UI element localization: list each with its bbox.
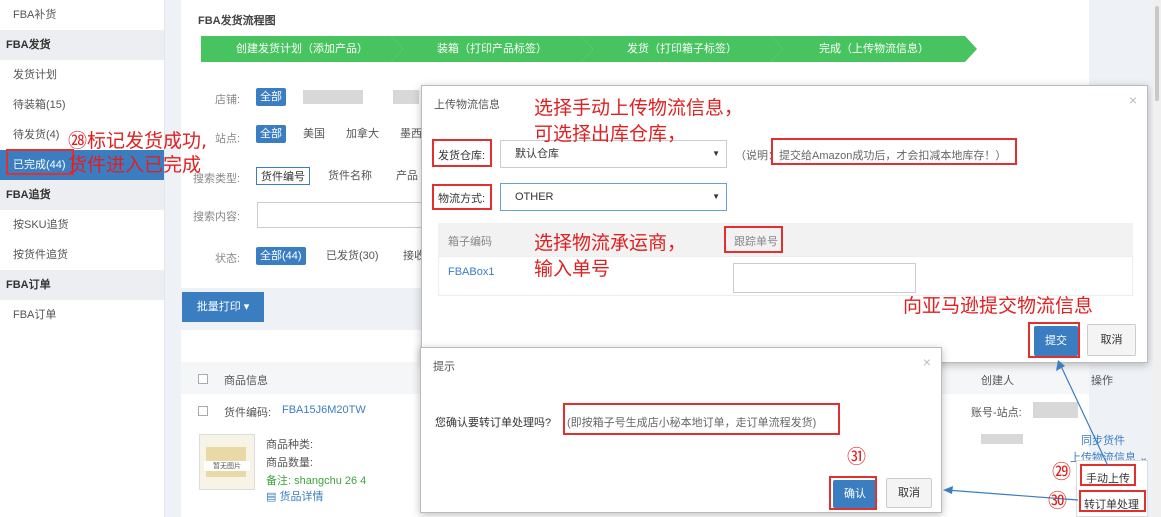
product-kind-label: 商品种类:: [266, 439, 314, 451]
select-all-checkbox[interactable]: [198, 374, 208, 384]
caret-down-icon: ▼: [712, 192, 720, 201]
confirm-cancel-button[interactable]: 取消: [886, 478, 932, 508]
shipment-code-label: 货件编码:: [224, 407, 272, 419]
sync-shipment-link[interactable]: 同步货件: [1081, 432, 1125, 448]
status-shipped-tag[interactable]: 已发货(30): [322, 247, 383, 265]
row-checkbox[interactable]: [198, 406, 208, 416]
search-type-product[interactable]: 产品: [392, 167, 422, 185]
annotation-31: ㉛: [847, 446, 867, 468]
flow-steps: 创建发货计划（添加产品） 装箱（打印产品标签） 发货（打印箱子标签） 完成（上传…: [201, 36, 981, 62]
store-all-tag[interactable]: 全部: [256, 88, 286, 106]
shipment-code-link[interactable]: FBA15J6M20TW: [282, 404, 366, 416]
carrier-select[interactable]: OTHER ▼: [500, 183, 727, 211]
blurred-store-name: [303, 90, 363, 104]
site-ca-tag[interactable]: 加拿大: [342, 125, 383, 143]
caret-down-icon: ▼: [712, 149, 720, 158]
product-qty-label: 商品数量:: [266, 457, 314, 469]
box-code-fbabox1[interactable]: FBABox1: [448, 266, 494, 278]
site-label: 站点:: [215, 133, 241, 145]
product-detail-text: 货品详情: [279, 491, 324, 503]
annotation-28-line1: ㉘标记发货成功,: [68, 130, 208, 152]
search-content-label: 搜索内容:: [193, 211, 241, 223]
sidebar-item-fba-orders[interactable]: FBA订单: [0, 300, 164, 330]
batch-print-button[interactable]: 批量打印 ▾: [182, 292, 264, 322]
confirm-question: 您确认要转订单处理吗?: [435, 417, 552, 429]
header-creator: 创建人: [981, 375, 1014, 387]
batch-print-label: 批量打印: [196, 301, 241, 313]
search-type-shipment-name[interactable]: 货件名称: [324, 167, 376, 185]
completed-highlight-box: [6, 149, 74, 175]
tracking-number-input[interactable]: [733, 263, 916, 293]
site-all-tag[interactable]: 全部: [256, 125, 286, 143]
warehouse-note-highlight: [771, 138, 1017, 165]
sidebar-item-fba-restock[interactable]: FBA补货: [0, 0, 164, 30]
upload-cancel-button[interactable]: 取消: [1087, 324, 1136, 356]
no-image-label: 暂无图片: [204, 461, 250, 471]
annotation-manual-line2: 可选择出库仓库，: [534, 123, 687, 145]
status-all-tag[interactable]: 全部(44): [256, 247, 306, 265]
account-site-label: 账号-站点:: [971, 407, 1022, 419]
search-input[interactable]: [257, 202, 427, 228]
confirm-button-highlight: [829, 476, 877, 510]
annotation-28-line2: 货件进入已完成: [68, 154, 202, 176]
tracking-col-highlight: [724, 226, 783, 253]
submit-button-highlight: [1028, 322, 1080, 358]
status-label: 状态:: [215, 253, 241, 265]
manual-upload-highlight: [1080, 464, 1136, 486]
blurred-account: [1033, 402, 1078, 418]
confirm-dialog-title: 提示: [433, 361, 455, 373]
upload-dialog-title: 上传物流信息: [434, 99, 500, 111]
sidebar: FBA补货 FBA发货 发货计划 待装箱(15) 待发货(4) 已完成(44) …: [0, 0, 165, 517]
annotation-30: ㉚: [1048, 490, 1068, 512]
sidebar-section-fba-tracking: FBA追货: [0, 180, 164, 210]
scrollbar-thumb[interactable]: [1155, 6, 1159, 101]
site-us-tag[interactable]: 美国: [299, 125, 329, 143]
warehouse-label-highlight: [432, 139, 492, 167]
product-image-placeholder: 暂无图片: [199, 434, 255, 490]
blurred-store-name-2: [393, 90, 419, 104]
flow-step-ship: 发货（打印箱子标签）: [581, 36, 783, 62]
sidebar-item-to-pack[interactable]: 待装箱(15): [0, 90, 164, 120]
product-detail-link[interactable]: ▤ 货品详情: [266, 488, 323, 504]
header-action: 操作: [1091, 375, 1113, 387]
flow-title: FBA发货流程图: [198, 15, 276, 27]
annotation-carrier-line2: 输入单号: [534, 258, 611, 280]
close-icon[interactable]: ×: [1129, 92, 1137, 108]
confirm-hint-highlight: [563, 403, 840, 435]
close-icon[interactable]: ×: [923, 354, 931, 370]
sidebar-section-fba-shipping: FBA发货: [0, 30, 164, 60]
flow-step-complete: 完成（上传物流信息）: [771, 36, 977, 62]
carrier-value: OTHER: [515, 191, 554, 203]
flow-step-create: 创建发货计划（添加产品）: [201, 36, 403, 62]
col-box-code: 箱子编码: [448, 236, 492, 248]
annotation-carrier-line1: 选择物流承运商，: [534, 232, 687, 254]
sidebar-item-track-by-shipment[interactable]: 按货件追货: [0, 240, 164, 270]
store-label: 店铺:: [215, 94, 241, 106]
annotation-submit-note: 向亚马逊提交物流信息: [903, 295, 1094, 317]
convert-order-highlight: [1079, 490, 1146, 512]
flow-step-pack: 装箱（打印产品标签）: [391, 36, 593, 62]
header-product-info: 商品信息: [224, 375, 268, 387]
sidebar-item-shipping-plan[interactable]: 发货计划: [0, 60, 164, 90]
search-type-shipment-id[interactable]: 货件编号: [256, 167, 310, 185]
warehouse-value: 默认仓库: [515, 148, 559, 160]
sidebar-section-fba-orders: FBA订单: [0, 270, 164, 300]
annotation-manual-line1: 选择手动上传物流信息，: [534, 97, 744, 119]
sidebar-item-track-by-sku[interactable]: 按SKU追货: [0, 210, 164, 240]
document-icon: ▤: [266, 491, 280, 503]
annotation-29: ㉙: [1052, 461, 1072, 483]
product-note: 备注: shangchu 26 4: [266, 475, 367, 487]
chevron-down-icon: ▾: [243, 301, 250, 313]
blurred-creator: [981, 434, 1023, 444]
carrier-label-highlight: [432, 184, 492, 210]
